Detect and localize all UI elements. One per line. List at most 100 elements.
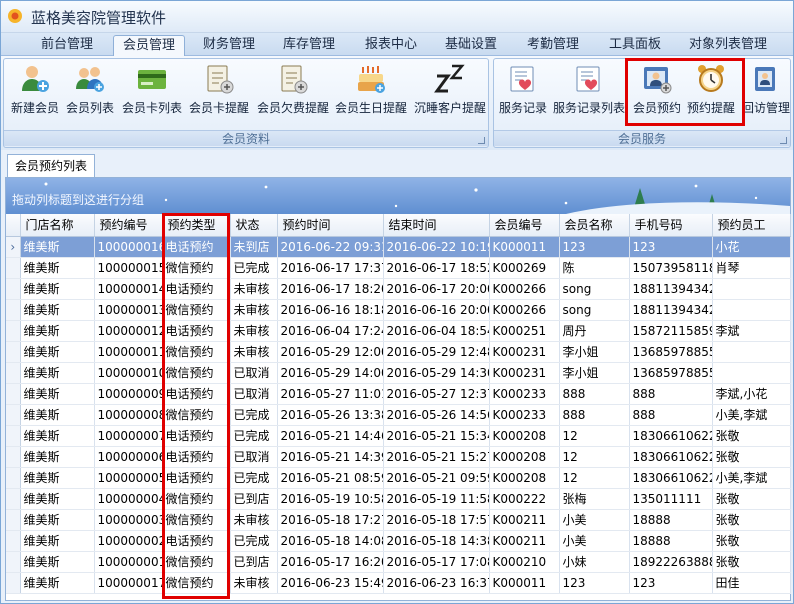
row-indicator[interactable] bbox=[6, 551, 21, 573]
cell-phone[interactable]: 18811394342 bbox=[629, 299, 713, 321]
cell-appointment-no[interactable]: 100000015 bbox=[94, 257, 163, 279]
cell-status[interactable]: 已到店 bbox=[230, 551, 278, 573]
column-header-store[interactable]: 门店名称 bbox=[20, 214, 95, 237]
cell-appointment-no[interactable]: 100000008 bbox=[94, 404, 163, 426]
tab-tools[interactable]: 工具面板 bbox=[599, 35, 671, 56]
cell-status[interactable]: 未审核 bbox=[230, 509, 278, 531]
cell-staff[interactable]: 张敬 bbox=[712, 509, 791, 531]
cell-member-name[interactable]: 888 bbox=[559, 383, 630, 405]
cell-store[interactable]: 维美斯 bbox=[20, 425, 95, 447]
cell-end-time[interactable]: 2016-05-19 11:58 bbox=[383, 488, 490, 510]
row-indicator[interactable]: › bbox=[6, 236, 21, 258]
cell-start-time[interactable]: 2016-06-23 15:49 bbox=[277, 572, 384, 594]
table-row[interactable]: 维美斯 100000017 微信预约 未审核 2016-06-23 15:49 2016-… bbox=[6, 572, 791, 594]
cell-appointment-no[interactable]: 100000003 bbox=[94, 509, 163, 531]
cell-phone[interactable]: 18306610622 bbox=[629, 425, 713, 447]
cell-member-no[interactable]: K000211 bbox=[489, 509, 560, 531]
cell-end-time[interactable]: 2016-05-18 17:57 bbox=[383, 509, 490, 531]
cell-member-no[interactable]: K000222 bbox=[489, 488, 560, 510]
tab-object-list[interactable]: 对象列表管理 bbox=[679, 35, 777, 56]
row-indicator[interactable] bbox=[6, 383, 21, 405]
cell-phone[interactable]: 15073958118 bbox=[629, 257, 713, 279]
cell-appointment-no[interactable]: 100000007 bbox=[94, 425, 163, 447]
cell-start-time[interactable]: 2016-05-19 10:58 bbox=[277, 488, 384, 510]
cell-store[interactable]: 维美斯 bbox=[20, 488, 95, 510]
cell-member-no[interactable]: K000266 bbox=[489, 299, 560, 321]
cell-appointment-no[interactable]: 100000014 bbox=[94, 278, 163, 300]
table-row[interactable]: › 维美斯 100000016 电话预约 未到店 2016-06-22 09:31 2016… bbox=[6, 236, 791, 258]
row-indicator[interactable] bbox=[6, 299, 21, 321]
cell-start-time[interactable]: 2016-05-18 17:27 bbox=[277, 509, 384, 531]
cell-member-name[interactable]: 周丹 bbox=[559, 320, 630, 342]
row-indicator[interactable] bbox=[6, 467, 21, 489]
cell-member-name[interactable]: 12 bbox=[559, 425, 630, 447]
cell-status[interactable]: 已完成 bbox=[230, 257, 278, 279]
cell-staff[interactable]: 小花 bbox=[712, 236, 791, 258]
cell-status[interactable]: 未审核 bbox=[230, 278, 278, 300]
row-indicator[interactable] bbox=[6, 404, 21, 426]
cell-end-time[interactable]: 2016-05-18 14:38 bbox=[383, 530, 490, 552]
cell-store[interactable]: 维美斯 bbox=[20, 299, 95, 321]
table-row[interactable]: 维美斯 100000004 微信预约 已到店 2016-05-19 10:58 2016-… bbox=[6, 488, 791, 510]
cell-store[interactable]: 维美斯 bbox=[20, 446, 95, 468]
cell-status[interactable]: 已完成 bbox=[230, 425, 278, 447]
cell-status[interactable]: 已完成 bbox=[230, 404, 278, 426]
cell-staff[interactable]: 小美,李斌 bbox=[712, 404, 791, 426]
cell-status[interactable]: 已完成 bbox=[230, 530, 278, 552]
table-row[interactable]: 维美斯 100000003 微信预约 未审核 2016-05-18 17:27 2016-… bbox=[6, 509, 791, 531]
cell-end-time[interactable]: 2016-05-26 14:56 bbox=[383, 404, 490, 426]
group-by-area[interactable]: 拖动列标题到这进行分组 bbox=[6, 178, 790, 214]
cell-appointment-no[interactable]: 100000010 bbox=[94, 362, 163, 384]
cell-phone[interactable]: 18888 bbox=[629, 530, 713, 552]
cell-member-no[interactable]: K000208 bbox=[489, 467, 560, 489]
cell-staff[interactable]: 张敬 bbox=[712, 425, 791, 447]
cell-start-time[interactable]: 2016-05-21 14:46 bbox=[277, 425, 384, 447]
tab-report-center[interactable]: 报表中心 bbox=[355, 35, 427, 56]
cell-phone[interactable]: 18306610622 bbox=[629, 467, 713, 489]
cell-appointment-no[interactable]: 100000005 bbox=[94, 467, 163, 489]
arrears-reminder-button[interactable]: 会员欠费提醒 bbox=[256, 63, 330, 121]
cell-end-time[interactable]: 2016-05-29 12:48 bbox=[383, 341, 490, 363]
cell-status[interactable]: 已取消 bbox=[230, 362, 278, 384]
cell-start-time[interactable]: 2016-05-21 14:39 bbox=[277, 446, 384, 468]
cell-staff[interactable]: 小美,李斌 bbox=[712, 467, 791, 489]
cell-member-no[interactable]: K000211 bbox=[489, 530, 560, 552]
cell-staff[interactable] bbox=[712, 299, 791, 321]
cell-start-time[interactable]: 2016-05-17 16:20 bbox=[277, 551, 384, 573]
cell-status[interactable]: 已完成 bbox=[230, 467, 278, 489]
cell-store[interactable]: 维美斯 bbox=[20, 572, 95, 594]
cell-phone[interactable]: 13685978855 bbox=[629, 362, 713, 384]
table-row[interactable]: 维美斯 100000009 电话预约 已取消 2016-05-27 11:01 2016-… bbox=[6, 383, 791, 405]
column-header-start-time[interactable]: 预约时间 bbox=[277, 214, 384, 237]
row-indicator[interactable] bbox=[6, 509, 21, 531]
cell-member-name[interactable]: 12 bbox=[559, 467, 630, 489]
cell-start-time[interactable]: 2016-05-29 12:00 bbox=[277, 341, 384, 363]
cell-member-name[interactable]: 李小姐 bbox=[559, 341, 630, 363]
cell-member-no[interactable]: K000251 bbox=[489, 320, 560, 342]
cell-end-time[interactable]: 2016-05-21 09:59 bbox=[383, 467, 490, 489]
cell-member-name[interactable]: song bbox=[559, 278, 630, 300]
cell-end-time[interactable]: 2016-06-22 10:19 bbox=[383, 236, 490, 258]
cell-store[interactable]: 维美斯 bbox=[20, 404, 95, 426]
cell-member-name[interactable]: 陈 bbox=[559, 257, 630, 279]
cell-member-no[interactable]: K000208 bbox=[489, 425, 560, 447]
cell-member-no[interactable]: K000233 bbox=[489, 404, 560, 426]
column-header-phone[interactable]: 手机号码 bbox=[629, 214, 713, 237]
cell-phone[interactable]: 123 bbox=[629, 572, 713, 594]
cell-member-name[interactable]: 小妹 bbox=[559, 551, 630, 573]
cell-appointment-no[interactable]: 100000011 bbox=[94, 341, 163, 363]
tab-inventory[interactable]: 库存管理 bbox=[273, 35, 345, 56]
cell-member-name[interactable]: 小美 bbox=[559, 530, 630, 552]
cell-start-time[interactable]: 2016-05-26 13:38 bbox=[277, 404, 384, 426]
cell-staff[interactable]: 李斌,小花 bbox=[712, 383, 791, 405]
cell-end-time[interactable]: 2016-05-21 15:34 bbox=[383, 425, 490, 447]
group-expand-icon[interactable] bbox=[780, 137, 787, 144]
cell-appointment-no[interactable]: 100000006 bbox=[94, 446, 163, 468]
cell-phone[interactable]: 13685978855 bbox=[629, 341, 713, 363]
cell-member-name[interactable]: 123 bbox=[559, 236, 630, 258]
cell-member-name[interactable]: song bbox=[559, 299, 630, 321]
cell-staff[interactable] bbox=[712, 278, 791, 300]
sleeping-customer-reminder-button[interactable]: 沉睡客户提醒 bbox=[412, 63, 488, 121]
cell-phone[interactable]: 123 bbox=[629, 236, 713, 258]
cell-member-name[interactable]: 小美 bbox=[559, 509, 630, 531]
